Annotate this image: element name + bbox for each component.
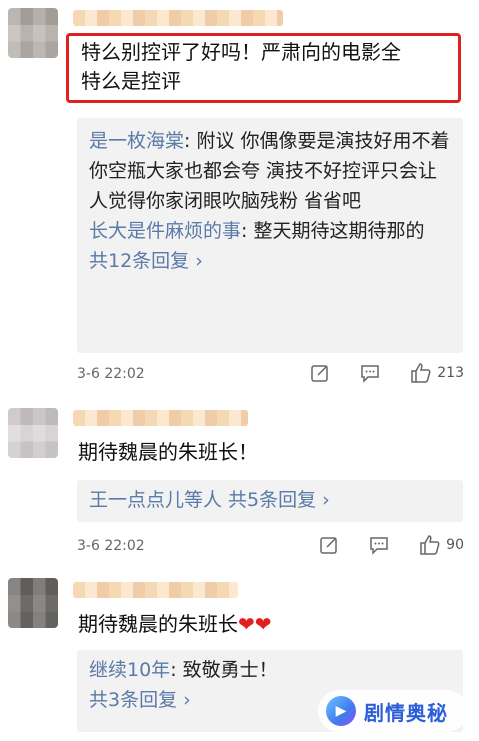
comment-button[interactable] (360, 363, 380, 383)
comment-text: 特么别控评了好吗！严肃向的电影全 特么是控评 (81, 40, 401, 93)
comment-text: 期待魏晨的朱班长！ (78, 440, 258, 464)
like-button[interactable]: 213 (410, 362, 464, 384)
reply-usernames[interactable]: 王一点点儿等人 (89, 489, 222, 511)
reply-text: : 整天期待这期待那的 (241, 220, 425, 242)
comment-timestamp: 3-6 22:02 (77, 538, 145, 554)
reply-text: : 致敬勇士！ (170, 659, 278, 681)
watermark-text: 剧情奥秘 (364, 700, 448, 725)
reply-preview-box[interactable]: 是一枚海棠: 附议 你偶像要是演技好用不着你空瓶大家也都会夸 演技不好控评只会让… (77, 118, 463, 353)
share-edit-icon (311, 365, 329, 382)
highlighted-comment-box: 特么别控评了好吗！严肃向的电影全 特么是控评 (66, 33, 461, 103)
play-logo-icon: ▶ (326, 696, 356, 726)
thumbs-up-icon (411, 363, 431, 383)
comment-bubble-icon (361, 365, 380, 383)
reply-item: 是一枚海棠: 附议 你偶像要是演技好用不着你空瓶大家也都会夸 演技不好控评只会让… (89, 126, 453, 216)
reply-preview-box[interactable]: 王一点点儿等人 共5条回复 › (77, 480, 463, 522)
thumbs-up-icon (420, 535, 440, 555)
watermark: ▶ 剧情奥秘 (318, 690, 468, 732)
repost-button[interactable] (319, 535, 339, 555)
comment-bubble-icon (370, 537, 388, 555)
comment-timestamp: 3-6 22:02 (77, 366, 145, 382)
heart-emoji-icon: ❤❤ (238, 612, 272, 636)
reply-summary: 王一点点儿等人 共5条回复 › (89, 485, 453, 515)
comment-actions: 213 (280, 362, 464, 384)
reply-username[interactable]: 是一枚海棠 (89, 130, 184, 152)
view-more-replies-link[interactable]: 共12条回复 › (89, 246, 453, 276)
comment-actions: 90 (289, 534, 464, 556)
like-count: 90 (446, 537, 464, 553)
like-count: 213 (437, 365, 464, 381)
reply-item: 继续10年: 致敬勇士！ (89, 655, 453, 685)
comment-text: 期待魏晨的朱班长❤❤ (78, 612, 272, 636)
username-blurred[interactable] (73, 10, 283, 26)
share-edit-icon (320, 537, 337, 554)
username-blurred[interactable] (73, 582, 238, 598)
avatar[interactable] (8, 578, 58, 628)
username-blurred[interactable] (73, 410, 248, 426)
avatar[interactable] (8, 408, 58, 458)
reply-username[interactable]: 长大是件麻烦的事 (89, 220, 241, 242)
like-button[interactable]: 90 (419, 534, 464, 556)
reply-username[interactable]: 继续10年 (89, 659, 170, 681)
avatar[interactable] (8, 8, 58, 58)
repost-button[interactable] (310, 363, 330, 383)
view-more-replies-link[interactable]: 共5条回复 › (222, 489, 330, 511)
reply-item: 长大是件麻烦的事: 整天期待这期待那的 (89, 216, 453, 246)
comment-button[interactable] (369, 535, 389, 555)
